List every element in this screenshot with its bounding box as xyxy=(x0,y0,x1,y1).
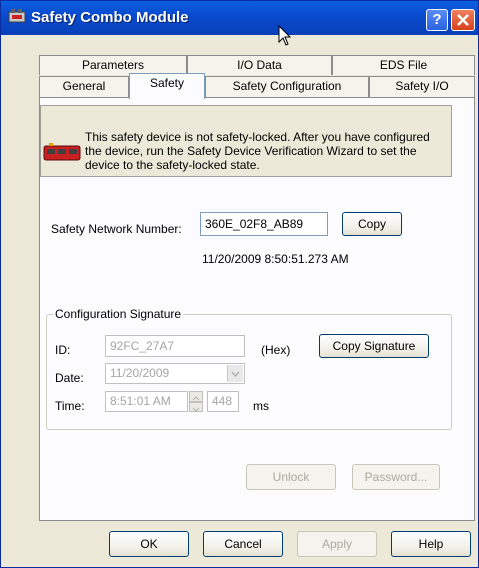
question-icon: ? xyxy=(432,11,442,28)
safety-tab-panel: This safety device is not safety-locked.… xyxy=(39,97,475,521)
safety-network-number-label: Safety Network Number: xyxy=(51,222,182,236)
close-button[interactable] xyxy=(451,9,475,31)
tab-io-data[interactable]: I/O Data xyxy=(187,55,332,75)
app-icon xyxy=(8,9,26,23)
signature-time-field[interactable]: 8:51:01 AM xyxy=(105,391,188,412)
title-bar[interactable]: Safety Combo Module ? xyxy=(1,1,478,46)
cancel-button[interactable]: Cancel xyxy=(203,531,283,557)
ok-button[interactable]: OK xyxy=(109,531,189,557)
time-spin-up[interactable] xyxy=(189,391,203,402)
id-label: ID: xyxy=(55,343,71,357)
time-label: Time: xyxy=(55,399,85,413)
dialog-window: Safety Combo Module ? Parameters I/O Dat… xyxy=(0,0,479,568)
configuration-signature-group: Configuration Signature ID: 92FC_27A7 (H… xyxy=(46,307,452,430)
network-timestamp: 11/20/2009 8:50:51.273 AM xyxy=(202,252,349,266)
ms-label: ms xyxy=(253,399,269,413)
close-icon xyxy=(457,14,469,26)
safety-lock-notice: This safety device is not safety-locked.… xyxy=(40,105,452,177)
notice-text: This safety device is not safety-locked.… xyxy=(85,130,430,172)
chevron-down-icon[interactable] xyxy=(227,365,243,382)
tab-parameters[interactable]: Parameters xyxy=(39,55,187,75)
hex-label: (Hex) xyxy=(261,343,291,357)
mouse-cursor-icon xyxy=(278,25,292,46)
tab-safety-configuration[interactable]: Safety Configuration xyxy=(205,76,369,97)
signature-id-field[interactable]: 92FC_27A7 xyxy=(105,335,245,357)
copy-button[interactable]: Copy xyxy=(342,212,402,236)
apply-button[interactable]: Apply xyxy=(297,531,377,557)
configuration-signature-legend: Configuration Signature xyxy=(53,307,184,321)
signature-ms-field[interactable]: 448 xyxy=(207,391,239,412)
date-label: Date: xyxy=(55,371,84,385)
tab-general[interactable]: General xyxy=(39,76,129,97)
copy-signature-button[interactable]: Copy Signature xyxy=(319,334,429,358)
help-button[interactable]: Help xyxy=(391,531,471,557)
help-title-button[interactable]: ? xyxy=(426,9,448,31)
time-spin-down[interactable] xyxy=(189,402,203,412)
unlock-button[interactable]: Unlock xyxy=(246,464,336,490)
signature-date-combo[interactable]: 11/20/2009 xyxy=(105,363,245,384)
window-title: Safety Combo Module xyxy=(31,9,189,26)
tab-safety[interactable]: Safety xyxy=(129,73,205,99)
safety-network-number-field[interactable]: 360E_02F8_AB89 xyxy=(200,212,328,236)
tab-safety-io[interactable]: Safety I/O xyxy=(369,76,475,97)
tab-eds-file[interactable]: EDS File xyxy=(332,55,475,75)
safety-device-icon xyxy=(43,143,81,161)
password-button[interactable]: Password... xyxy=(352,464,440,490)
